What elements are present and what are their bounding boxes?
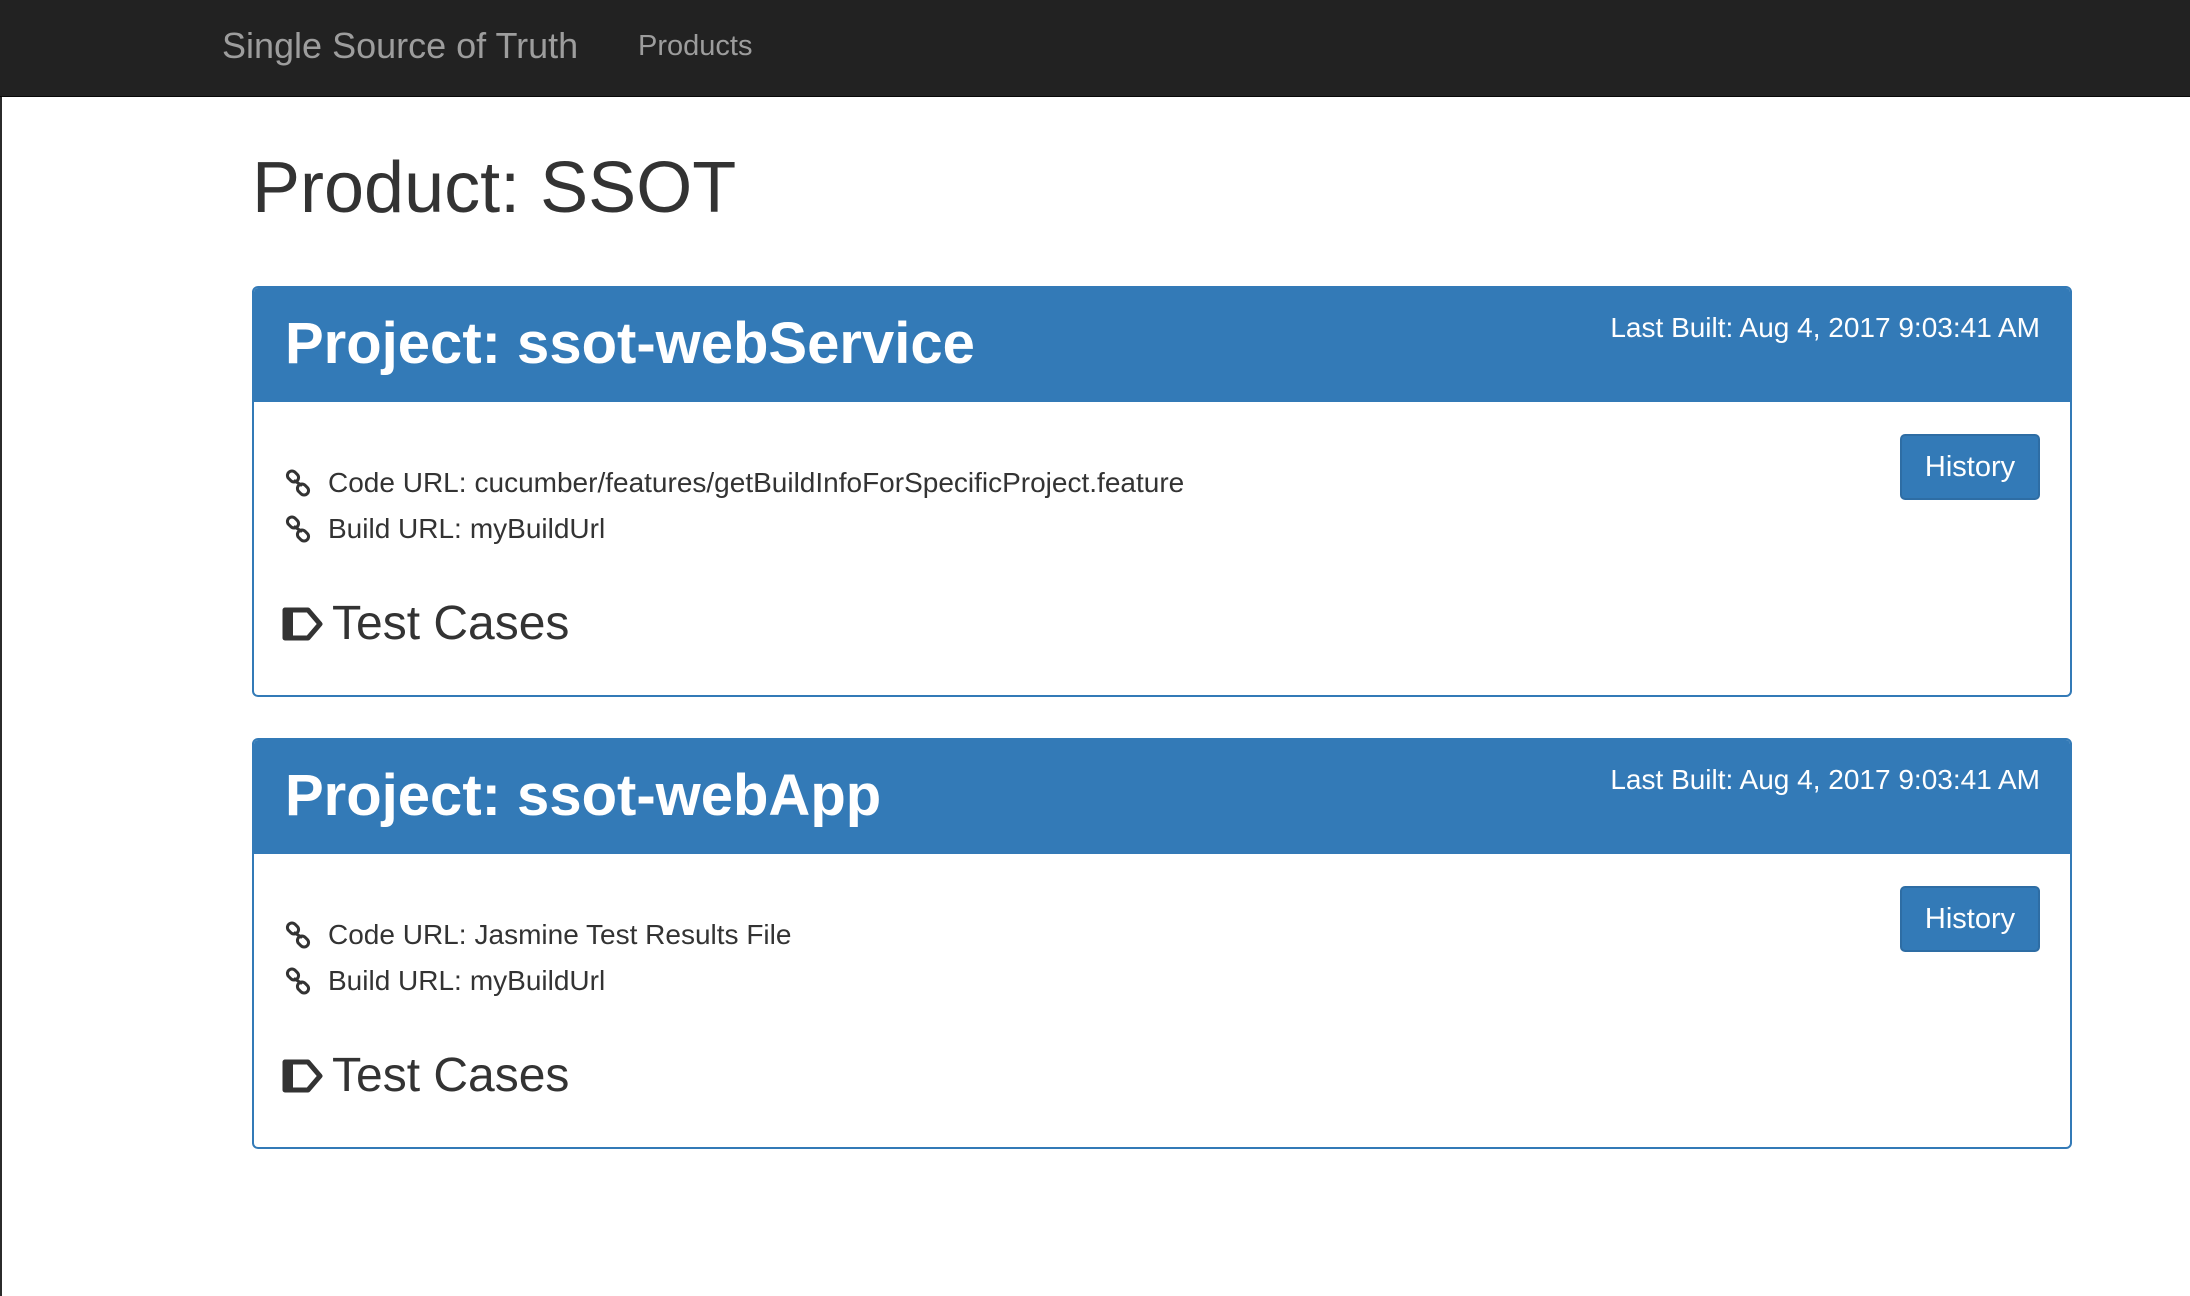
code-url-line: Code URL: Jasmine Test Results File (284, 915, 791, 955)
tag-icon (282, 607, 323, 641)
top-navbar: Single Source of Truth Products (0, 0, 2190, 97)
build-url-line: Build URL: myBuildUrl (284, 961, 605, 1001)
link-icon (285, 469, 311, 497)
code-url-label: Code URL: (328, 919, 467, 950)
test-cases-heading: Test Cases (282, 1046, 569, 1106)
history-button[interactable]: History (1900, 886, 2040, 952)
project-title: Project: ssot-webApp (285, 763, 882, 828)
code-url-link[interactable]: cucumber/features/getBuildInfoForSpecifi… (475, 467, 1185, 499)
project-panel: Project: ssot-webService Last Built: Aug… (252, 286, 2072, 697)
last-built-timestamp: Last Built: Aug 4, 2017 9:03:41 AM (1610, 312, 2040, 343)
project-panel-heading: Project: ssot-webService Last Built: Aug… (254, 288, 2070, 402)
build-url-label: Build URL: (328, 513, 462, 544)
code-url-label: Code URL: (328, 467, 467, 498)
test-cases-label: Test Cases (332, 597, 570, 650)
page-title: Product: SSOT (252, 148, 737, 228)
project-title: Project: ssot-webService (285, 311, 975, 376)
build-url-link[interactable]: myBuildUrl (470, 513, 605, 545)
link-icon (285, 515, 311, 543)
test-cases-label: Test Cases (332, 1049, 570, 1102)
test-cases-heading: Test Cases (282, 594, 569, 654)
build-url-link[interactable]: myBuildUrl (470, 965, 605, 997)
navbar-brand[interactable]: Single Source of Truth (222, 24, 578, 68)
nav-link-products[interactable]: Products (638, 28, 752, 64)
project-panel-heading: Project: ssot-webApp Last Built: Aug 4, … (254, 740, 2070, 854)
page-edge (0, 0, 2, 1296)
build-url-label: Build URL: (328, 965, 462, 996)
tag-icon (282, 1059, 323, 1093)
code-url-link[interactable]: Jasmine Test Results File (475, 919, 792, 951)
link-icon (285, 967, 311, 995)
last-built-timestamp: Last Built: Aug 4, 2017 9:03:41 AM (1610, 764, 2040, 795)
link-icon (285, 921, 311, 949)
history-button[interactable]: History (1900, 434, 2040, 500)
build-url-line: Build URL: myBuildUrl (284, 509, 605, 549)
project-panel: Project: ssot-webApp Last Built: Aug 4, … (252, 738, 2072, 1149)
code-url-line: Code URL: cucumber/features/getBuildInfo… (284, 463, 1184, 503)
